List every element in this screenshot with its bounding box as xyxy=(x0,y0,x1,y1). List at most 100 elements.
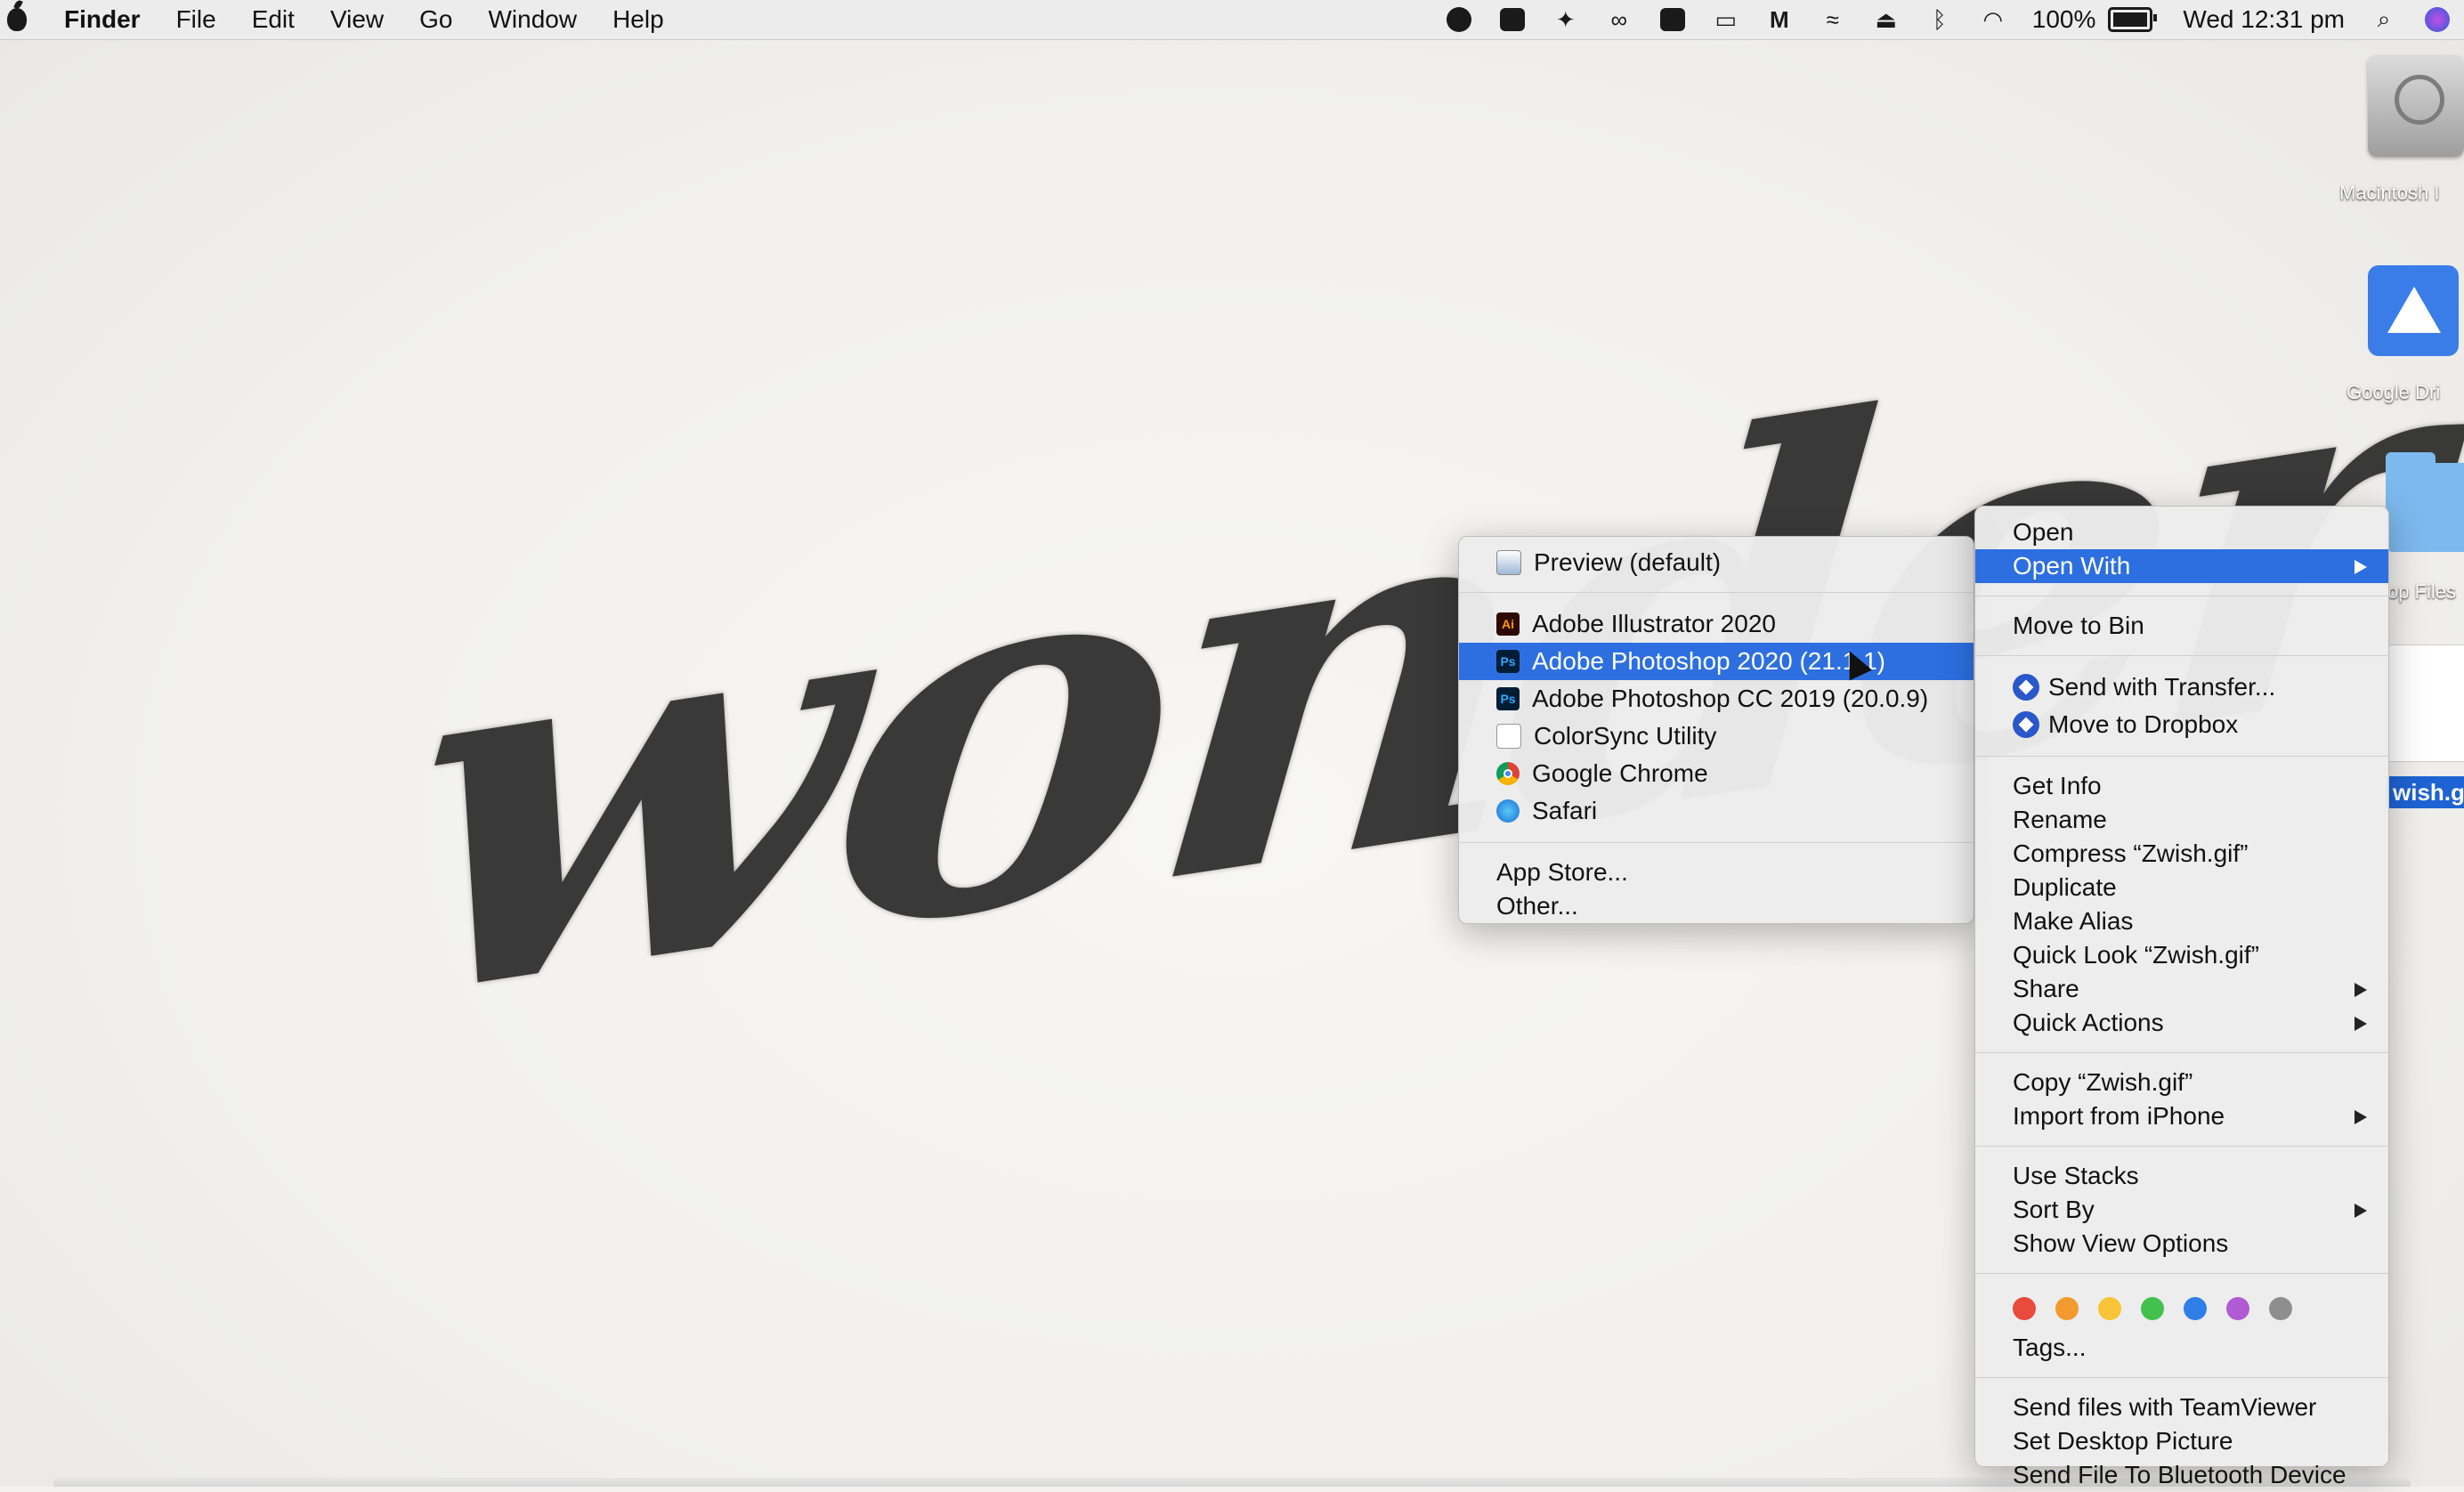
menu-quick-actions[interactable]: Quick Actions xyxy=(1975,1006,2388,1040)
separator xyxy=(1459,592,1974,593)
menu-use-stacks[interactable]: Use Stacks xyxy=(1975,1159,2388,1193)
menu-set-desktop-picture[interactable]: Set Desktop Picture xyxy=(1975,1424,2388,1458)
separator xyxy=(1975,1146,2388,1147)
menu-label: Send with Transfer... xyxy=(2048,673,2276,701)
separator xyxy=(1975,655,2388,656)
photoshop-icon: Ps xyxy=(1496,686,1520,710)
menu-show-view-options[interactable]: Show View Options xyxy=(1975,1227,2388,1261)
menu-move-to-bin[interactable]: Move to Bin xyxy=(1975,609,2388,643)
menu-get-info[interactable]: Get Info xyxy=(1975,769,2388,803)
google-drive-label[interactable]: Google Dri xyxy=(2346,381,2440,404)
open-with-photoshop-cc-2019[interactable]: Ps Adobe Photoshop CC 2019 (20.0.9) xyxy=(1459,680,1974,718)
separator xyxy=(1975,1052,2388,1053)
battery-percent: 100% xyxy=(2031,5,2096,33)
separator xyxy=(1975,1273,2388,1274)
open-with-colorsync[interactable]: ColorSync Utility xyxy=(1459,718,1974,755)
hard-drive-icon[interactable] xyxy=(2368,55,2464,157)
menu-import-from-iphone[interactable]: Import from iPhone xyxy=(1975,1099,2388,1133)
photoshop-icon: Ps xyxy=(1496,649,1520,673)
menu-sort-by[interactable]: Sort By xyxy=(1975,1193,2388,1227)
dropbox-icon[interactable]: ✦ xyxy=(1552,6,1580,33)
menu-bar: Finder File Edit View Go Window Help ✦ ∞… xyxy=(0,0,2464,40)
menu-label: Open With xyxy=(2013,552,2131,580)
battery-icon[interactable] xyxy=(2108,7,2158,32)
dropbox-icon xyxy=(2013,673,2039,701)
hard-drive-label[interactable]: Macintosh I xyxy=(2339,182,2440,205)
menu-share[interactable]: Share xyxy=(1975,972,2388,1006)
menu-label: Sort By xyxy=(2013,1196,2095,1223)
preview-icon xyxy=(1496,549,1521,575)
tag-blue[interactable] xyxy=(2184,1297,2207,1320)
video-icon[interactable] xyxy=(1498,7,1527,32)
tag-red[interactable] xyxy=(2013,1297,2036,1320)
bluetooth-icon[interactable]: ᛒ xyxy=(1925,6,1954,33)
status-area: ✦ ∞ ▭ M ≈ ⏏ ᛒ ◠ 100% Wed 12:31 pm ⌕ xyxy=(1432,0,2464,39)
app-label: Safari xyxy=(1532,797,1598,824)
safari-icon xyxy=(1496,799,1520,823)
menu-move-to-dropbox[interactable]: Move to Dropbox xyxy=(1975,706,2388,743)
spotlight-search-icon[interactable]: ⌕ xyxy=(2370,5,2398,32)
tag-orange[interactable] xyxy=(2055,1297,2079,1320)
siri-icon[interactable] xyxy=(2423,7,2452,32)
menu-edit[interactable]: Edit xyxy=(252,5,295,34)
menu-open-with[interactable]: Open With xyxy=(1975,549,2388,583)
tag-yellow[interactable] xyxy=(2098,1297,2121,1320)
folder-icon[interactable] xyxy=(2386,452,2464,552)
tag-gray[interactable] xyxy=(2269,1297,2292,1320)
colorsync-icon xyxy=(1496,723,1521,749)
m-icon[interactable]: M xyxy=(1765,6,1794,33)
app-label: Google Chrome xyxy=(1532,759,1708,787)
menu-tags[interactable]: Tags... xyxy=(1975,1331,2388,1365)
clock[interactable]: Wed 12:31 pm xyxy=(2183,5,2345,34)
menu-quick-look[interactable]: Quick Look “Zwish.gif” xyxy=(1975,938,2388,972)
app-label: Adobe Illustrator 2020 xyxy=(1532,610,1776,637)
menu-window[interactable]: Window xyxy=(488,5,577,34)
screen-record-icon[interactable] xyxy=(1445,7,1473,32)
open-with-chrome[interactable]: Google Chrome xyxy=(1459,755,1974,792)
menu-go[interactable]: Go xyxy=(419,5,452,34)
tag-colors xyxy=(1975,1286,2388,1331)
open-with-safari[interactable]: Safari xyxy=(1459,792,1974,830)
open-with-preview[interactable]: Preview (default) xyxy=(1459,546,1974,580)
menu-finder[interactable]: Finder xyxy=(64,5,141,34)
adobe-icon[interactable] xyxy=(1658,7,1687,32)
gif-file-label[interactable]: wish.gif xyxy=(2386,776,2464,808)
display-icon[interactable]: ▭ xyxy=(1712,6,1740,33)
menu-label: Import from iPhone xyxy=(2013,1102,2225,1130)
tag-green[interactable] xyxy=(2141,1297,2164,1320)
creative-cloud-icon[interactable]: ∞ xyxy=(1605,6,1633,33)
google-drive-icon[interactable] xyxy=(2368,265,2459,356)
menu-rename[interactable]: Rename xyxy=(1975,803,2388,837)
submenu-arrow-icon xyxy=(2355,560,2367,574)
wave-icon[interactable]: ≈ xyxy=(1819,6,1847,33)
menu-help[interactable]: Help xyxy=(612,5,664,34)
submenu-arrow-icon xyxy=(2355,1017,2367,1031)
menu-send-with-transfer[interactable]: Send with Transfer... xyxy=(1975,669,2388,706)
open-with-app-store[interactable]: App Store... xyxy=(1459,855,1974,889)
open-with-illustrator[interactable]: Ai Adobe Illustrator 2020 xyxy=(1459,605,1974,643)
menu-make-alias[interactable]: Make Alias xyxy=(1975,904,2388,938)
submenu-arrow-icon xyxy=(2355,983,2367,997)
airplay-icon[interactable]: ⏏ xyxy=(1872,6,1901,33)
menu-label: Share xyxy=(2013,975,2079,1002)
open-with-submenu: Preview (default) Ai Adobe Illustrator 20… xyxy=(1458,536,1974,924)
menu-label: Quick Actions xyxy=(2013,1009,2164,1036)
menu-view[interactable]: View xyxy=(330,5,384,34)
tag-purple[interactable] xyxy=(2226,1297,2249,1320)
wifi-icon[interactable]: ◠ xyxy=(1979,6,2007,33)
menu-open[interactable]: Open xyxy=(1975,515,2388,549)
menu-file[interactable]: File xyxy=(176,5,216,34)
gif-file-icon[interactable] xyxy=(2386,645,2464,762)
menu-send-teamviewer[interactable]: Send files with TeamViewer xyxy=(1975,1391,2388,1424)
open-with-photoshop-2020[interactable]: Ps Adobe Photoshop 2020 (21.1.1) xyxy=(1459,643,1974,680)
separator xyxy=(1975,756,2388,757)
menu-send-bluetooth[interactable]: Send File To Bluetooth Device xyxy=(1975,1458,2388,1492)
submenu-arrow-icon xyxy=(2355,1110,2367,1124)
menu-copy[interactable]: Copy “Zwish.gif” xyxy=(1975,1066,2388,1099)
menu-compress[interactable]: Compress “Zwish.gif” xyxy=(1975,837,2388,871)
folder-label[interactable]: op Files xyxy=(2387,580,2456,604)
open-with-other[interactable]: Other... xyxy=(1459,889,1974,923)
menu-duplicate[interactable]: Duplicate xyxy=(1975,871,2388,904)
apple-menu-icon[interactable] xyxy=(7,8,27,31)
chrome-icon xyxy=(1496,761,1520,785)
